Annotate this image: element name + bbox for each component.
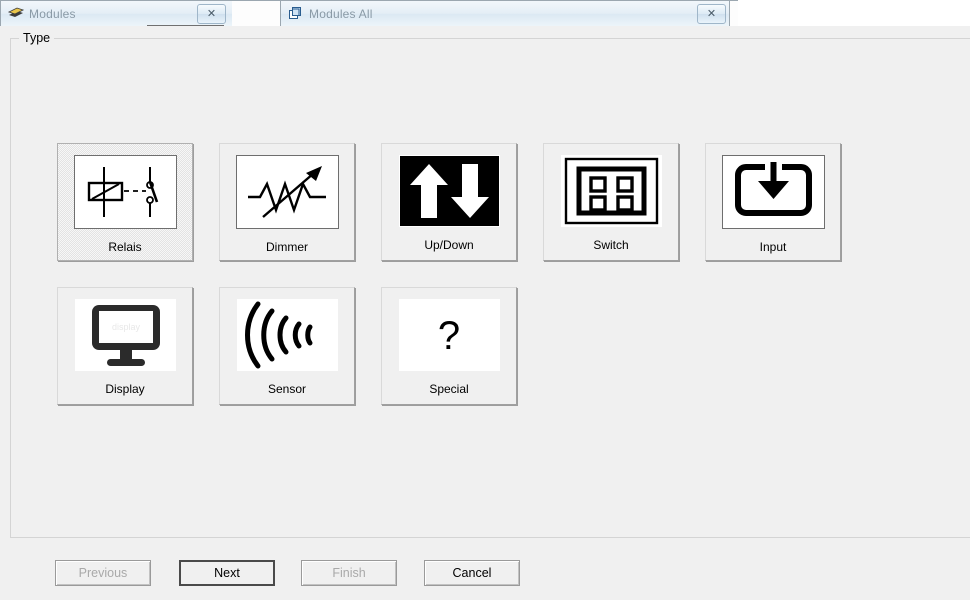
svg-text:display: display	[111, 322, 140, 332]
relay-schematic-icon	[73, 155, 177, 229]
module-type-tile-grid: Relais Dimmer Up/Down Switch Input displ…	[57, 143, 970, 405]
tile-input-label: Input	[759, 240, 787, 254]
tile-updown-label: Up/Down	[424, 238, 474, 252]
tile-relais[interactable]: Relais	[57, 143, 193, 261]
wizard-new-module-dialog: Wizard new module Type	[0, 0, 970, 600]
modules-title: Modules	[29, 7, 76, 21]
input-download-icon	[721, 155, 825, 229]
wizard-button-row: Previous Next Finish Cancel	[0, 560, 970, 586]
tile-display[interactable]: display Display	[57, 287, 193, 405]
tile-relais-label: Relais	[108, 240, 142, 254]
screen-root: Modules All ✕ Nr. Name Serial number Sca…	[0, 0, 970, 600]
tile-input[interactable]: Input	[705, 143, 841, 261]
tile-special-label: Special	[429, 382, 469, 396]
tile-dimmer-label: Dimmer	[266, 240, 308, 254]
tile-display-label: Display	[105, 382, 145, 396]
tile-switch-label: Switch	[593, 238, 629, 252]
modules-all-title: Modules All	[309, 7, 373, 21]
tile-updown[interactable]: Up/Down	[381, 143, 517, 261]
modules-close-button[interactable]: ✕	[197, 4, 226, 24]
sensor-waves-icon	[236, 299, 338, 371]
previous-button[interactable]: Previous	[55, 560, 151, 586]
modules-titlebar[interactable]: Modules ✕	[1, 1, 232, 28]
finish-button[interactable]: Finish	[301, 560, 397, 586]
modules-all-close-button[interactable]: ✕	[697, 4, 726, 24]
modules-stack-icon	[8, 6, 24, 22]
question-mark-icon: ?	[398, 299, 500, 371]
tile-sensor-label: Sensor	[267, 382, 307, 396]
display-monitor-icon: display	[74, 299, 176, 371]
next-button[interactable]: Next	[179, 560, 275, 586]
svg-text:?: ?	[437, 314, 459, 358]
modules-all-titlebar[interactable]: Modules All ✕	[281, 1, 729, 28]
tile-sensor[interactable]: Sensor	[219, 287, 355, 405]
wizard-body: Type Relais Dimmer Up/Down Switch Input …	[0, 26, 970, 600]
dimmer-resistor-icon	[235, 155, 339, 229]
type-groupbox-legend: Type	[19, 31, 55, 45]
cancel-button[interactable]: Cancel	[424, 560, 520, 586]
type-groupbox: Type Relais Dimmer Up/Down Switch Input …	[10, 31, 970, 538]
up-down-arrows-icon	[398, 155, 500, 227]
tile-special[interactable]: ? Special	[381, 287, 517, 405]
switch-panel-icon	[560, 155, 662, 227]
windows-copy-icon	[288, 6, 304, 22]
tile-dimmer[interactable]: Dimmer	[219, 143, 355, 261]
tile-switch[interactable]: Switch	[543, 143, 679, 261]
